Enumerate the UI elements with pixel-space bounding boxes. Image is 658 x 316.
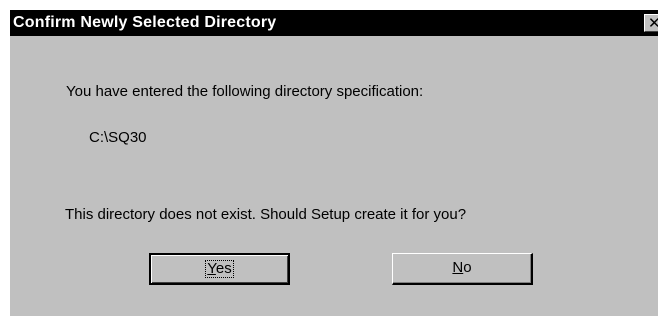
close-button[interactable]: ✕ xyxy=(644,14,658,32)
no-button[interactable]: No xyxy=(392,253,533,285)
close-icon: ✕ xyxy=(648,15,658,31)
yes-mnemonic: Y xyxy=(207,260,216,277)
no-button-label: No xyxy=(451,260,472,276)
create-directory-question: This directory does not exist. Should Se… xyxy=(65,206,467,223)
yes-button-label: Yes xyxy=(205,260,234,278)
no-label-rest: o xyxy=(463,259,472,276)
no-mnemonic: N xyxy=(452,259,464,276)
dialog-title: Confirm Newly Selected Directory xyxy=(13,14,277,31)
yes-label-rest: es xyxy=(215,260,232,277)
title-bar[interactable]: Confirm Newly Selected Directory ✕ xyxy=(10,10,658,36)
directory-path: C:\SQ30 xyxy=(89,129,147,146)
directory-spec-message: You have entered the following directory… xyxy=(66,83,424,100)
yes-button[interactable]: Yes xyxy=(149,253,290,285)
confirm-directory-dialog: Confirm Newly Selected Directory ✕ You h… xyxy=(10,10,658,316)
